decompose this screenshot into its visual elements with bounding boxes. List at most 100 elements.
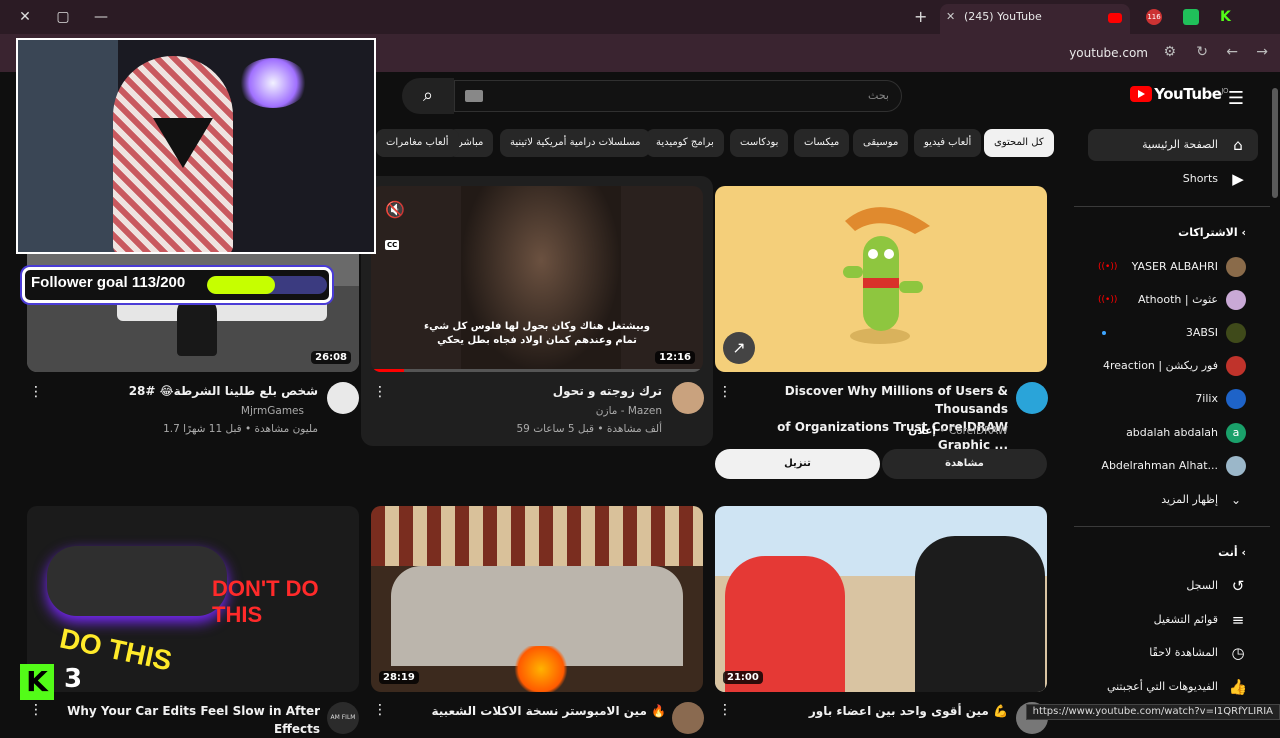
maximize-icon[interactable]: ▢ — [52, 7, 74, 27]
channel-avatar-mazen[interactable] — [672, 382, 704, 414]
channel-avatar[interactable] — [672, 702, 704, 734]
video-thumbnail[interactable]: ↗ — [715, 186, 1047, 372]
site-settings-icon[interactable]: ⚙ — [1163, 44, 1176, 60]
liked-label: الفيديوهات التي أعجبتني — [1107, 680, 1218, 693]
subscription-item[interactable]: 7ilix — [1088, 384, 1258, 414]
more-options-icon[interactable]: ⋮ — [29, 702, 39, 718]
subscriptions-label: الاشتراكات — [1178, 226, 1237, 239]
channel-avatar[interactable]: AM FILM — [327, 702, 359, 734]
menu-icon[interactable]: ☰ — [1228, 88, 1244, 109]
forward-icon[interactable]: → — [1256, 44, 1268, 60]
cc-icon[interactable]: CC — [385, 240, 399, 250]
kick-extension-icon[interactable]: K — [1220, 9, 1236, 25]
search-button[interactable]: ⌕ — [402, 78, 454, 114]
subscription-name: YASER ALBAHRI — [1132, 260, 1218, 273]
channel-name[interactable]: MjrmGames — [48, 403, 304, 419]
chip-mixes[interactable]: ميكسات — [794, 129, 849, 157]
channel-avatar-coreldraw[interactable] — [1016, 382, 1048, 414]
channel-name[interactable]: CorelDRAW — [949, 425, 1008, 437]
chip-podcasts[interactable]: بودكاست — [730, 129, 788, 157]
new-content-dot — [1102, 331, 1106, 335]
chip-video-games[interactable]: ألعاب فيديو — [914, 129, 981, 157]
mute-icon[interactable]: 🔇 — [385, 200, 405, 219]
chip-music[interactable]: موسيقى — [853, 129, 908, 157]
person-shemagh-image — [113, 56, 233, 254]
subscription-item[interactable]: 3ABSI — [1088, 318, 1258, 348]
sidebar-item-playlists[interactable]: ≡قوائم التشغيل — [1088, 604, 1258, 636]
youtube-play-icon — [1130, 86, 1152, 102]
sidebar-divider — [1074, 526, 1270, 527]
person-image — [177, 296, 217, 356]
more-options-icon[interactable]: ⋮ — [373, 384, 383, 400]
tab-title: (245) YouTube — [964, 10, 1042, 23]
subscription-item[interactable]: aabdalah abdalah — [1088, 418, 1258, 448]
sidebar-item-watch-later[interactable]: ◷المشاهدة لاحقًا — [1088, 637, 1258, 669]
youtube-logo[interactable]: YouTubeJO — [1130, 85, 1228, 103]
video-title[interactable]: Discover Why Millions of Users & Thousan… — [736, 382, 1008, 454]
sidebar-item-liked[interactable]: 👍 الفيديوهات التي أعجبتني — [1088, 671, 1258, 703]
video-thumbnail[interactable]: 21:00 — [715, 506, 1047, 692]
sidebar-scrollbar[interactable] — [1272, 88, 1278, 198]
keyboard-icon[interactable] — [465, 90, 483, 102]
webcam-overlay — [16, 38, 376, 254]
subscription-item[interactable]: 4reaction | فور ريكشن — [1088, 351, 1258, 381]
back-icon[interactable]: ← — [1226, 44, 1238, 60]
channel-avatar-mjrmgames[interactable] — [327, 382, 359, 414]
tab-youtube[interactable]: ✕ (245) YouTube — [940, 4, 1130, 34]
more-options-icon[interactable]: ⋮ — [718, 702, 728, 718]
fire-image — [511, 646, 571, 692]
tab-close-icon[interactable]: ✕ — [946, 4, 955, 30]
external-link-icon[interactable]: ↗ — [723, 332, 755, 364]
more-options-icon[interactable]: ⋮ — [29, 384, 39, 400]
chip-all[interactable]: كل المحتوى — [984, 129, 1054, 157]
close-icon[interactable]: ✕ — [14, 7, 36, 27]
video-title[interactable]: ترك زوجته و تحول — [392, 382, 662, 400]
caption-line2: تمام وعندهم كمان اولاد فجاه بطل يحكي — [437, 335, 637, 346]
video-duration: 12:16 — [655, 351, 695, 364]
subscription-name: 3ABSI — [1186, 326, 1218, 339]
subscriptions-header[interactable]: الاشتراكات ‹ — [1178, 226, 1246, 239]
channel-name[interactable]: مازن - Mazen — [392, 403, 662, 419]
video-thumbnail[interactable]: وبيشتغل هناك وكان بحول لها فلوس كل شيءتم… — [371, 186, 703, 372]
watch-button[interactable]: مشاهدة — [882, 449, 1047, 479]
reload-icon[interactable]: ↻ — [1196, 44, 1208, 60]
subscription-item[interactable]: ((•)) YASER ALBAHRI — [1088, 252, 1258, 282]
extension-icon[interactable] — [1183, 9, 1199, 25]
channel-avatar — [1226, 456, 1246, 476]
show-more-button[interactable]: ⌄إظهار المزيد — [1088, 485, 1258, 515]
show-more-label: إظهار المزيد — [1161, 493, 1218, 506]
more-options-icon[interactable]: ⋮ — [373, 702, 383, 718]
more-options-icon[interactable]: ⋮ — [718, 384, 728, 400]
lamp-light-image — [238, 58, 308, 108]
thumbs-up-icon: 👍 — [1228, 677, 1248, 697]
channel-avatar: a — [1226, 423, 1246, 443]
subscription-name: 7ilix — [1195, 392, 1218, 405]
you-header[interactable]: أنت ‹ — [1218, 546, 1246, 559]
chip-comedy[interactable]: برامج كوميدية — [646, 129, 724, 157]
channel-avatar — [1226, 257, 1246, 277]
subscription-name: 4reaction | فور ريكشن — [1103, 359, 1218, 372]
video-title[interactable]: شخص بلع طلينا الشرطة😂 #28 — [48, 382, 318, 400]
subscription-item[interactable]: Abdelrahman Alhat... — [1088, 451, 1258, 481]
video-title[interactable]: Why Your Car Edits Feel Slow in After Ef… — [48, 702, 320, 738]
chip-adventure[interactable]: ألعاب مغامرات — [376, 129, 459, 157]
sidebar-item-shorts[interactable]: ▶Shorts — [1088, 163, 1258, 195]
subscription-item[interactable]: ((•))Athooth | عثوث — [1088, 285, 1258, 315]
video-title[interactable]: مين أقوى واحد بين اعضاء باور 💪 — [736, 702, 1008, 720]
chip-latin-drama[interactable]: مسلسلات درامية أمريكية لاتينية — [500, 129, 650, 157]
sidebar-home-label: الصفحة الرئيسية — [1142, 138, 1218, 151]
search-input[interactable]: بحث — [454, 80, 902, 112]
new-tab-icon[interactable]: + — [914, 7, 927, 26]
sidebar-item-history[interactable]: ↺السجل — [1088, 570, 1258, 602]
video-thumbnail[interactable]: 28:19 — [371, 506, 703, 692]
video-title[interactable]: مين الامبوستر نسخة الاكلات الشعبية 🔥 — [392, 702, 666, 720]
car-image — [47, 546, 227, 616]
minimize-icon[interactable]: — — [90, 7, 112, 27]
url-text[interactable]: youtube.com — [1069, 46, 1148, 60]
video-duration: 28:19 — [379, 671, 419, 684]
extension-badge-count: 116 — [1147, 13, 1160, 21]
download-button[interactable]: تنزيل — [715, 449, 880, 479]
live-icon: ((•)) — [1098, 262, 1110, 272]
extension-badge-icon[interactable]: 116 — [1146, 9, 1162, 25]
sidebar-item-home[interactable]: ⌂الصفحة الرئيسية — [1088, 129, 1258, 161]
